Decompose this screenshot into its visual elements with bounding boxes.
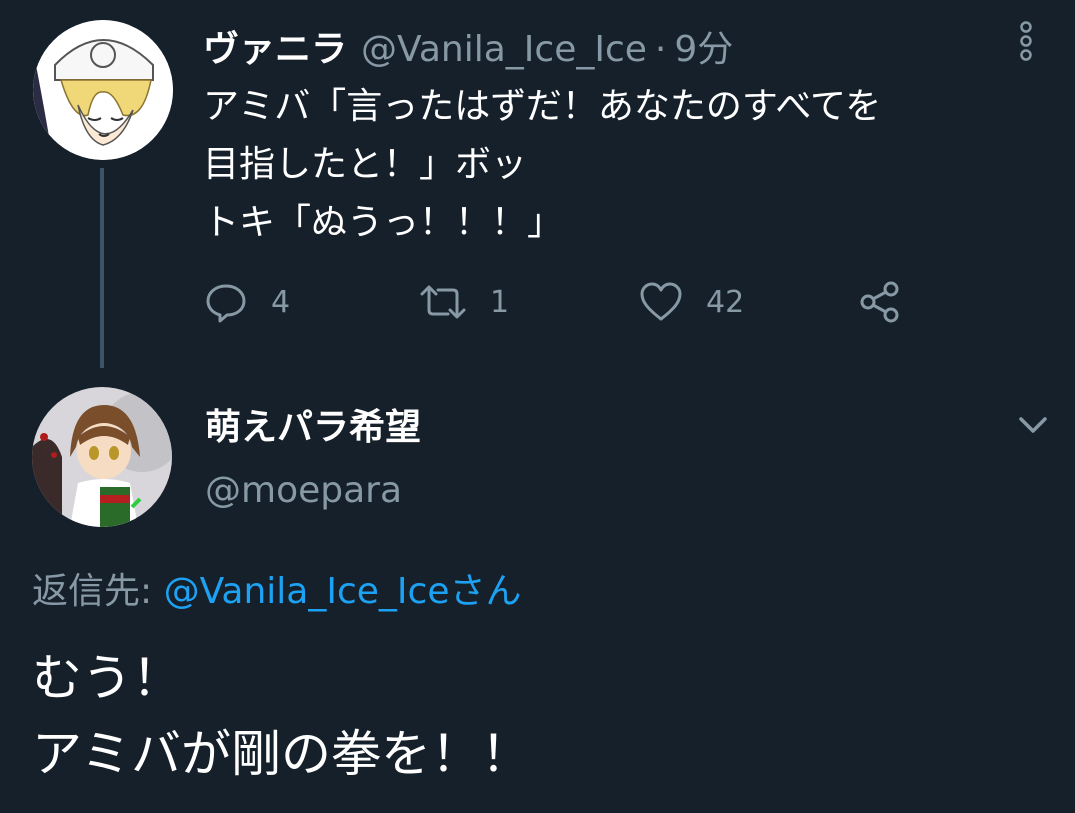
parent-handle[interactable]: @Vanila_Ice_Ice (361, 29, 647, 70)
retweet-button[interactable]: 1 (418, 278, 509, 326)
reply-avatar[interactable] (32, 387, 172, 527)
thread-connector (100, 168, 104, 368)
reply-count: 4 (271, 284, 291, 320)
reply-display-name[interactable]: 萌えパラ希望 (205, 398, 421, 450)
replying-to-label: 返信先: (32, 571, 164, 612)
replying-to-handle-link[interactable]: @Vanila_Ice_Iceさん (164, 571, 522, 612)
tweet-action-bar: 4 1 42 (203, 278, 923, 326)
replying-to-line: 返信先: @Vanila_Ice_Iceさん (32, 562, 521, 614)
reply-tweet-line: アミバが剛の拳を！！ (32, 725, 531, 783)
retweet-icon (418, 282, 468, 322)
parent-tweet-line: トキ「ぬうっ！！！」 (203, 202, 564, 243)
share-button[interactable] (858, 278, 902, 326)
reply-tweet-text: むう！ アミバが剛の拳を！！ (32, 640, 531, 792)
parent-display-name[interactable]: ヴァニラ (203, 20, 347, 72)
parent-tweet-header: ヴァニラ @Vanila_Ice_Ice · 9分 (203, 20, 733, 70)
comment-icon (203, 281, 249, 323)
chevron-down-icon[interactable] (1017, 413, 1049, 437)
parent-avatar[interactable] (33, 20, 173, 160)
more-vertical-icon[interactable] (1018, 20, 1034, 62)
header-separator: · (654, 29, 667, 70)
reply-button[interactable]: 4 (203, 278, 290, 326)
retweet-count: 1 (490, 284, 510, 320)
parent-tweet-text: アミバ「言ったはずだ！あなたのすべてを 目指したと！」ボッ トキ「ぬうっ！！！」 (203, 78, 1053, 252)
tweet-thread-screen: ヴァニラ @Vanila_Ice_Ice · 9分 アミバ「言ったはずだ！あなた… (0, 0, 1075, 813)
reply-handle[interactable]: @moepara (205, 470, 402, 511)
heart-icon (638, 281, 684, 323)
like-button[interactable]: 42 (638, 278, 744, 326)
like-count: 42 (706, 284, 745, 320)
share-icon (858, 280, 902, 324)
parent-tweet-line: 目指したと！」ボッ (203, 144, 528, 185)
parent-timestamp[interactable]: 9分 (674, 20, 733, 72)
parent-tweet-line: アミバ「言ったはずだ！あなたのすべてを (203, 86, 882, 127)
reply-tweet-line: むう！ (32, 649, 182, 707)
